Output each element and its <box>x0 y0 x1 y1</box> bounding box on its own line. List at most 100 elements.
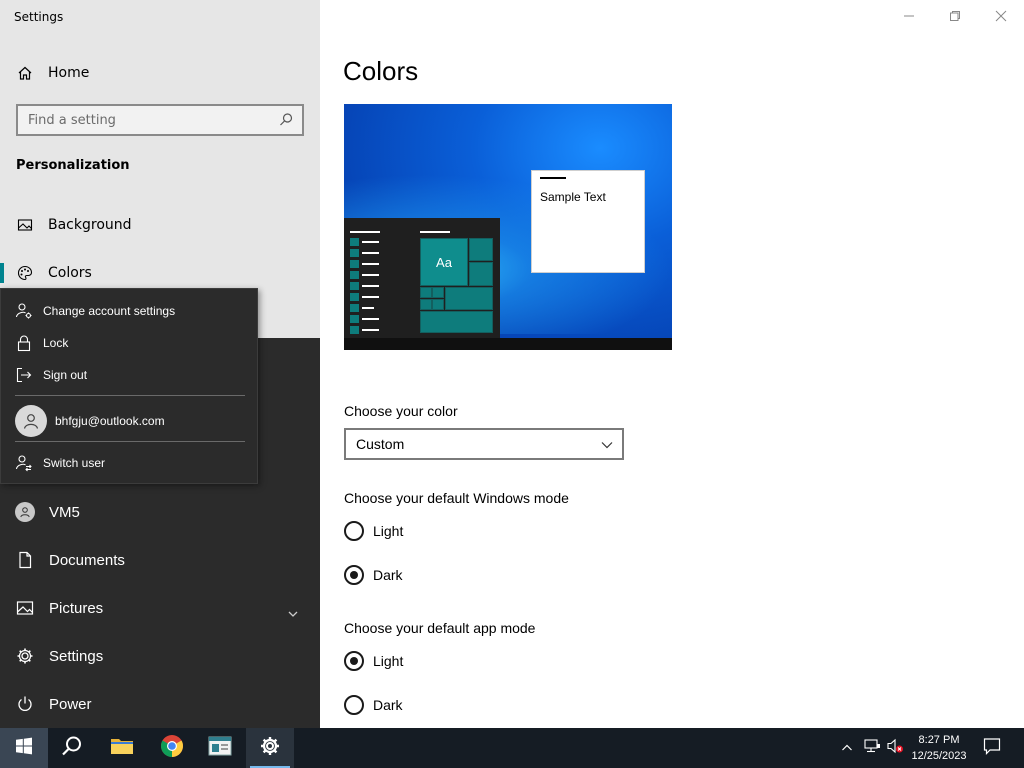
settings-taskbar-button[interactable] <box>246 728 294 768</box>
fly-item-label: Change account settings <box>43 304 176 318</box>
nav-item-label: Colors <box>48 265 92 281</box>
clock-time: 8:27 PM <box>918 734 960 746</box>
chrome-button[interactable] <box>148 728 196 768</box>
section-header: Personalization <box>16 158 130 173</box>
windows-logo-icon <box>15 737 33 759</box>
minimize-button[interactable] <box>886 0 932 32</box>
fly-item-label: Lock <box>43 336 69 350</box>
sign-out-item[interactable]: Sign out <box>1 360 257 390</box>
file-explorer-button[interactable] <box>98 728 146 768</box>
sample-window: Sample Text <box>531 170 645 273</box>
gear-icon <box>260 736 280 760</box>
search-box[interactable] <box>16 104 304 136</box>
nav-item-background[interactable]: Background <box>0 205 320 245</box>
network-icon <box>863 738 881 758</box>
chevron-down-icon[interactable] <box>286 606 300 625</box>
flyout-divider <box>15 395 245 396</box>
radio-label: Dark <box>373 697 403 713</box>
nav-item-colors[interactable]: Colors <box>0 253 320 293</box>
sample-window-bar <box>540 177 566 179</box>
network-tray-button[interactable] <box>860 728 884 768</box>
chevron-down-icon <box>600 438 614 455</box>
sign-out-icon <box>15 366 33 384</box>
nav-item-label: Background <box>48 217 132 233</box>
show-hidden-icons-button[interactable] <box>836 728 858 768</box>
theme-preview: Sample Text Aa <box>344 104 672 350</box>
switch-user-item[interactable]: Switch user <box>1 448 257 478</box>
change-account-settings-item[interactable]: Change account settings <box>1 296 257 326</box>
account-email: bhfgju@outlook.com <box>55 414 165 428</box>
search-input[interactable] <box>28 112 278 128</box>
close-icon <box>995 7 1007 26</box>
preview-taskbar <box>344 338 672 350</box>
document-icon <box>15 550 35 570</box>
radio-circle-checked <box>344 565 364 585</box>
minimize-icon <box>903 7 915 26</box>
user-avatar-icon <box>15 405 47 437</box>
user-avatar-icon <box>15 502 35 522</box>
start-item-power[interactable]: Power <box>0 680 256 728</box>
restore-icon <box>949 7 961 26</box>
nav-item-home[interactable]: Home <box>0 53 320 93</box>
color-dropdown[interactable]: Custom <box>344 428 624 460</box>
page-title: Colors <box>343 56 419 86</box>
fly-item-label: Switch user <box>43 456 106 470</box>
radio-label: Dark <box>373 567 403 583</box>
radio-circle <box>344 695 364 715</box>
search-icon <box>61 735 83 761</box>
account-flyout: Change account settings Lock Sign out bh… <box>0 288 258 484</box>
account-settings-icon <box>15 302 33 320</box>
radio-label: Light <box>373 523 404 539</box>
preview-tile: Aa <box>420 238 468 286</box>
start-item-documents[interactable]: Documents <box>0 536 256 584</box>
start-button[interactable] <box>0 728 48 768</box>
image-icon <box>16 216 34 234</box>
flyout-divider <box>15 441 245 442</box>
color-dropdown-value: Custom <box>356 436 405 452</box>
windows-mode-dark-radio[interactable]: Dark <box>344 565 403 585</box>
taskbar-clock[interactable]: 8:27 PM 12/25/2023 <box>902 732 976 764</box>
radio-circle <box>344 521 364 541</box>
folder-icon <box>110 736 134 760</box>
notification-icon <box>983 737 1001 759</box>
start-menu-left-rail: VM5 Documents Pictures Settings Power <box>0 484 256 728</box>
clock-date: 12/25/2023 <box>911 750 967 762</box>
start-item-user[interactable]: VM5 <box>0 488 256 536</box>
sample-text: Sample Text <box>540 190 606 204</box>
windows-mode-light-radio[interactable]: Light <box>344 521 403 541</box>
start-item-settings[interactable]: Settings <box>0 632 256 680</box>
start-item-label: Documents <box>49 551 125 569</box>
start-item-pictures[interactable]: Pictures <box>0 584 256 632</box>
radio-label: Light <box>373 653 404 669</box>
chrome-icon <box>160 734 184 762</box>
taskbar: 8:27 PM 12/25/2023 <box>0 728 1024 768</box>
app-mode-label: Choose your default app mode <box>344 620 536 636</box>
pictures-icon <box>15 598 35 618</box>
fly-item-label: Sign out <box>43 368 88 382</box>
switch-user-icon <box>15 454 33 472</box>
start-item-label: Pictures <box>49 599 104 617</box>
app-mode-dark-radio[interactable]: Dark <box>344 695 403 715</box>
action-center-button[interactable] <box>978 728 1006 768</box>
app-mode-light-radio[interactable]: Light <box>344 651 403 671</box>
maximize-button[interactable] <box>932 0 978 32</box>
radio-circle-checked <box>344 651 364 671</box>
start-item-label: Power <box>49 695 92 713</box>
lock-item[interactable]: Lock <box>1 328 257 358</box>
nav-item-label: Home <box>48 65 90 81</box>
home-icon <box>16 64 34 82</box>
app-title: Settings <box>14 10 64 24</box>
search-icon[interactable] <box>278 112 294 132</box>
search-button[interactable] <box>48 728 96 768</box>
app-window-button[interactable] <box>196 728 244 768</box>
account-email-item[interactable]: bhfgju@outlook.com <box>1 403 257 439</box>
chevron-up-icon <box>841 739 853 758</box>
lock-icon <box>15 334 33 352</box>
windows-mode-label: Choose your default Windows mode <box>344 490 569 506</box>
palette-icon <box>16 264 34 282</box>
preview-start-menu: Aa <box>344 218 500 340</box>
start-item-label: Settings <box>49 647 104 665</box>
close-button[interactable] <box>978 0 1024 32</box>
gear-icon <box>15 646 35 666</box>
app-window-icon <box>208 736 232 760</box>
